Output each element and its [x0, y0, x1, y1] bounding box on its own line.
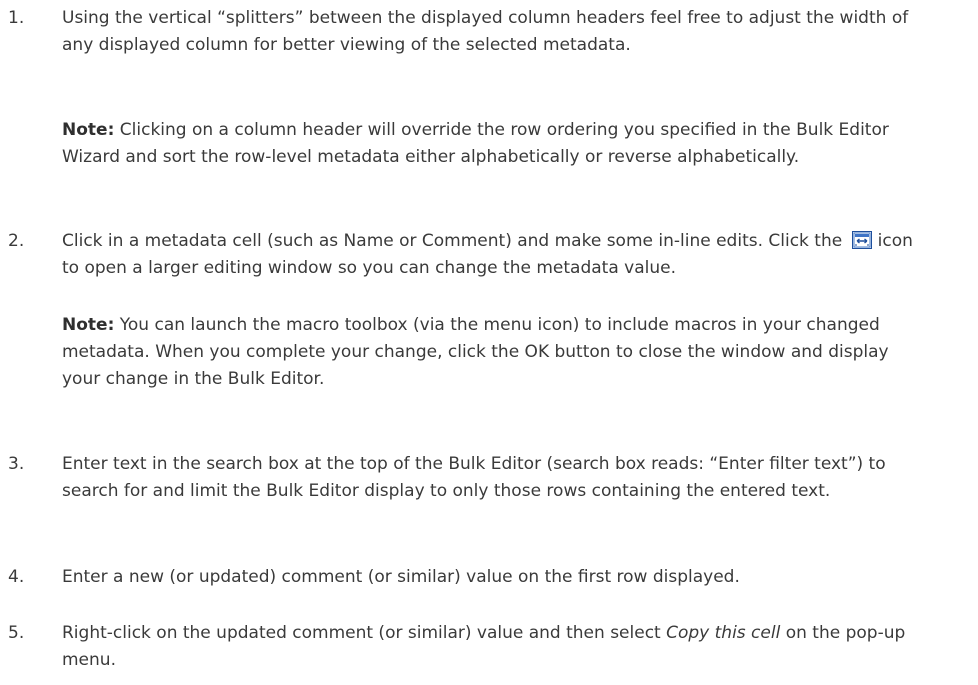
note-label: Note:: [62, 315, 115, 335]
step-3: 3. Enter text in the search box at the t…: [0, 451, 922, 505]
menu-item-reference: Copy this cell: [666, 623, 781, 643]
note-text: You can launch the macro toolbox (via th…: [62, 315, 889, 389]
step-text: Enter a new (or updated) comment (or sim…: [62, 567, 740, 587]
step-number: 1.: [8, 8, 25, 28]
expand-editor-icon[interactable]: [851, 231, 872, 249]
note-label: Note:: [62, 120, 115, 140]
step-text: Using the vertical “splitters” between t…: [62, 8, 909, 55]
step-1: 1. Using the vertical “splitters” betwee…: [0, 5, 922, 59]
step-2: 2. Click in a metadata cell (such as Nam…: [0, 228, 922, 282]
step-text: Click in a metadata cell (such as Name o…: [62, 231, 848, 251]
step-text: Enter text in the search box at the top …: [62, 454, 886, 501]
step-1-note: Note: Clicking on a column header will o…: [0, 117, 922, 171]
step-number: 4.: [8, 567, 25, 587]
step-5: 5. Right-click on the updated comment (o…: [0, 620, 922, 674]
step-number: 5.: [8, 623, 25, 643]
step-number: 2.: [8, 231, 25, 251]
step-2-note: Note: You can launch the macro toolbox (…: [0, 312, 922, 393]
step-text: Right-click on the updated comment (or s…: [62, 623, 667, 643]
note-text: Clicking on a column header will overrid…: [62, 120, 889, 167]
step-number: 3.: [8, 454, 25, 474]
step-4: 4. Enter a new (or updated) comment (or …: [0, 564, 922, 591]
